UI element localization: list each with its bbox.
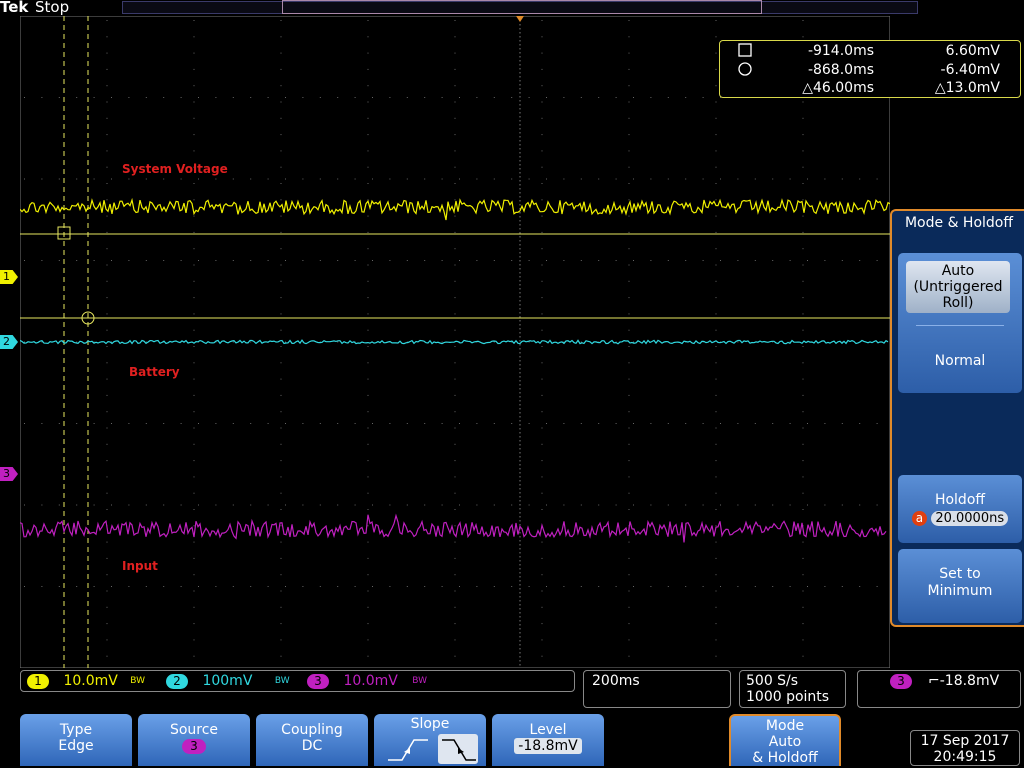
sample-rate: 500 S/s — [746, 673, 799, 689]
circle-icon — [738, 62, 752, 76]
ch1-ground-marker[interactable]: 1 — [0, 270, 18, 284]
cursor-readout: -914.0ms 6.60mV -868.0ms -6.40mV △46.00m… — [719, 40, 1021, 98]
menu-divider — [916, 325, 1004, 326]
multipurpose-knob-a-icon: a — [911, 511, 927, 526]
trigger-readout[interactable]: 3 ⌐-18.8mV — [857, 670, 1021, 708]
cursor-row-delta: △46.00ms △13.0mV — [720, 80, 1020, 98]
acquisition-state: Stop — [35, 0, 70, 16]
bottom-btn-mode-holdoff[interactable]: Mode Auto & Holdoff — [729, 714, 841, 766]
cursor-b-time: -868.0ms — [807, 62, 874, 78]
source-label: Source — [169, 722, 219, 738]
channel-scale-readout: 1 10.0mV BW 2 100mV BW 3 10.0mV BW — [20, 670, 575, 692]
coupling-label: Coupling — [281, 722, 343, 738]
record-view-window — [282, 0, 762, 14]
ch1-badge[interactable]: 1 — [27, 673, 49, 689]
date-time-display: 17 Sep 2017 20:49:15 — [910, 730, 1020, 766]
level-label: Level — [529, 722, 567, 738]
ch3-scale[interactable]: 10.0mV — [343, 673, 397, 689]
set-to-minimum-label: Set to Minimum — [927, 566, 993, 599]
level-value: -18.8mV — [514, 738, 582, 754]
holdoff-value[interactable]: 20.0000ns — [931, 511, 1009, 526]
ch3-bandwidth-limit-icon: BW — [412, 676, 428, 686]
cursor-b-value: -6.40mV — [940, 62, 1000, 78]
ch2-ground-marker[interactable]: 2 — [0, 335, 18, 349]
ch2-scale[interactable]: 100mV — [202, 673, 252, 689]
timebase-readout[interactable]: 200ms — [583, 670, 731, 708]
mode-sub-label: & Holdoff — [752, 750, 818, 766]
side-btn-mode-select[interactable]: Auto (Untriggered Roll) Normal — [898, 253, 1022, 393]
cursor-a-value: 6.60mV — [945, 43, 1000, 59]
ch1-scale[interactable]: 10.0mV — [63, 673, 117, 689]
ch3-ground-marker[interactable]: 3 — [0, 467, 18, 481]
brand-logo: Tek — [0, 0, 29, 16]
coupling-value: DC — [301, 738, 323, 754]
mode-auto-option[interactable]: Auto (Untriggered Roll) — [906, 261, 1010, 313]
cursor-row-b: -868.0ms -6.40mV — [720, 62, 1020, 80]
date: 17 Sep 2017 — [920, 733, 1010, 749]
label-input: Input — [122, 559, 158, 573]
side-menu-mode-holdoff: Mode & Holdoff Auto (Untriggered Roll) N… — [890, 209, 1024, 627]
cursor-delta-time: △46.00ms — [802, 80, 874, 96]
source-value-badge: 3 — [182, 738, 206, 754]
label-battery: Battery — [129, 365, 180, 379]
type-value: Edge — [58, 738, 94, 754]
timebase-value: 200ms — [592, 673, 640, 689]
acquisition-readout: 500 S/s 1000 points — [739, 670, 846, 708]
time: 20:49:15 — [933, 749, 997, 765]
ch2-bandwidth-limit-icon: BW — [274, 676, 290, 686]
square-icon — [738, 43, 752, 57]
mode-value: Auto — [768, 734, 802, 750]
type-label: Type — [59, 722, 93, 738]
slope-selector[interactable] — [380, 732, 480, 764]
slope-label: Slope — [410, 716, 450, 732]
ch1-bandwidth-limit-icon: BW — [130, 676, 146, 686]
record-length: 1000 points — [746, 689, 830, 705]
cursor-delta-value: △13.0mV — [934, 80, 1000, 96]
bottom-btn-source[interactable]: Source 3 — [138, 714, 250, 766]
bottom-btn-type[interactable]: Type Edge — [20, 714, 132, 766]
side-menu-title: Mode & Holdoff — [904, 215, 1014, 231]
label-system-voltage: System Voltage — [122, 162, 228, 176]
cursor-row-a: -914.0ms 6.60mV — [720, 43, 1020, 61]
cursor-a-time: -914.0ms — [807, 43, 874, 59]
bottom-btn-level[interactable]: Level -18.8mV — [492, 714, 604, 766]
ch3-badge[interactable]: 3 — [307, 673, 329, 689]
trigger-source-badge: 3 — [890, 674, 912, 689]
bottom-btn-slope[interactable]: Slope — [374, 714, 486, 766]
bottom-btn-coupling[interactable]: Coupling DC — [256, 714, 368, 766]
ch2-badge[interactable]: 2 — [166, 673, 188, 689]
holdoff-label: Holdoff — [934, 492, 986, 508]
side-btn-set-to-minimum[interactable]: Set to Minimum — [898, 549, 1022, 623]
mode-normal-option[interactable]: Normal — [898, 353, 1022, 369]
side-btn-holdoff[interactable]: Holdoff a 20.0000ns — [898, 475, 1022, 543]
mode-label: Mode — [765, 718, 805, 734]
trigger-level-readout: ⌐-18.8mV — [928, 673, 1000, 689]
